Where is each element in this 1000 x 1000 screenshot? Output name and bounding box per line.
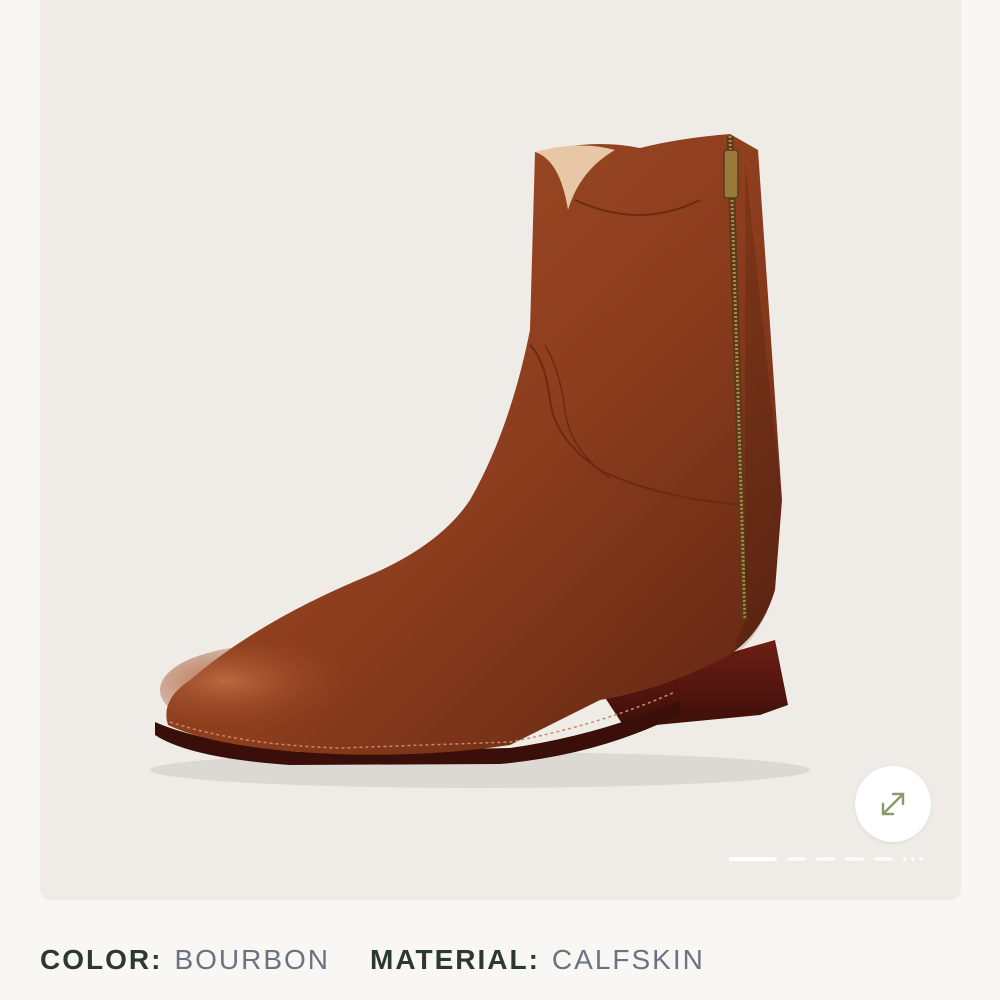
product-attributes: COLOR: BOURBON MATERIAL: CALFSKIN — [40, 940, 705, 980]
pagination-dot-active[interactable] — [729, 857, 777, 861]
gallery-pagination — [729, 856, 923, 862]
color-label: COLOR: — [40, 944, 163, 975]
expand-arrows-icon — [881, 792, 905, 816]
expand-image-button[interactable] — [855, 766, 931, 842]
material-label: MATERIAL: — [370, 944, 540, 975]
pagination-dot[interactable] — [816, 857, 835, 861]
product-image-gallery[interactable] — [40, 0, 961, 900]
pagination-dot[interactable] — [874, 857, 893, 861]
pagination-dot[interactable] — [787, 857, 806, 861]
material-value: CALFSKIN — [551, 944, 705, 975]
color-value: BOURBON — [174, 944, 331, 975]
pagination-dot[interactable] — [845, 857, 864, 861]
product-image — [150, 134, 810, 788]
pagination-more-indicator — [903, 857, 923, 861]
color-attribute: COLOR: BOURBON — [40, 944, 330, 976]
material-attribute: MATERIAL: CALFSKIN — [370, 944, 705, 976]
